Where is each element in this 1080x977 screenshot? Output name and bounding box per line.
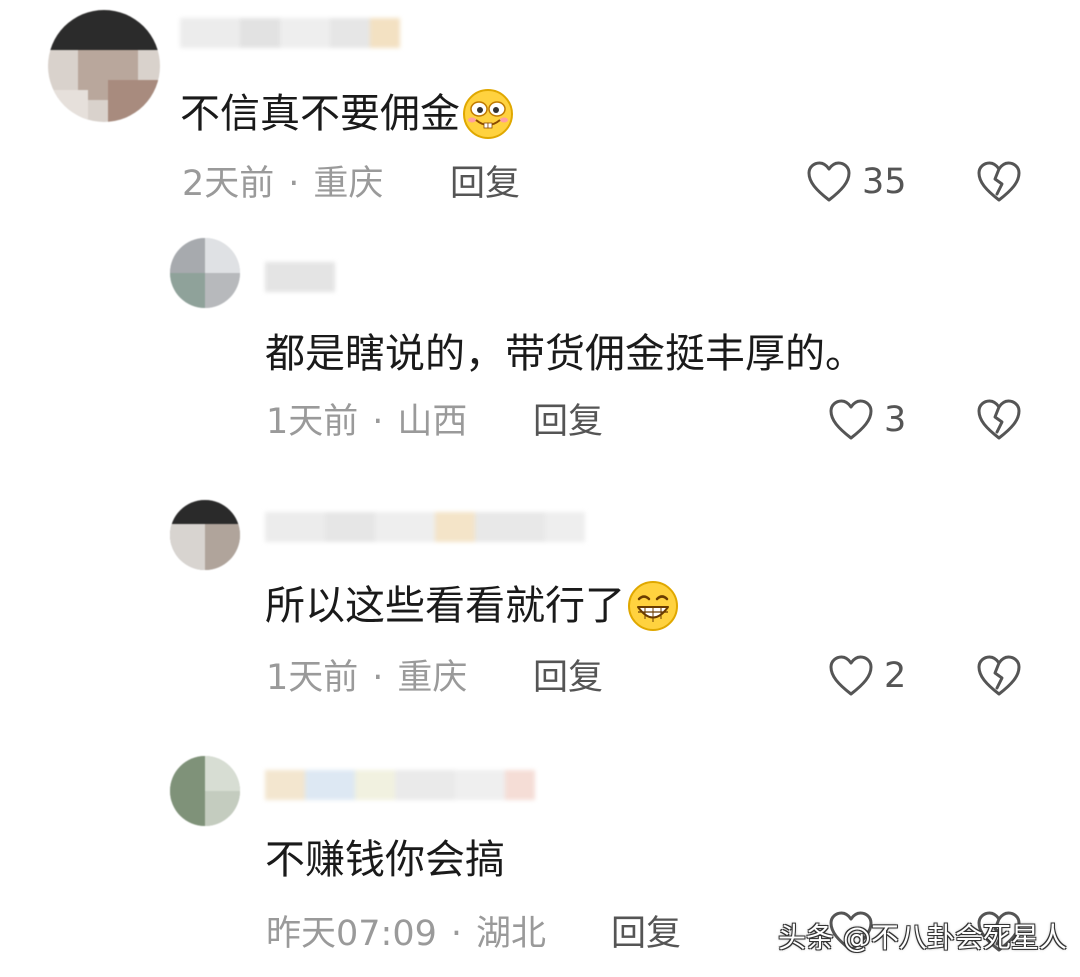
separator: · — [288, 164, 300, 204]
comment-meta: 昨天07:09 · 湖北 — [266, 912, 546, 956]
comment-text: 不赚钱你会搞 — [265, 836, 505, 884]
comment-text-body: 不信真不要佣金 — [180, 91, 460, 137]
timestamp: 1天前 — [266, 402, 359, 442]
heart-outline-icon — [829, 399, 873, 440]
reply-button[interactable]: 回复 — [533, 656, 603, 700]
avatar[interactable] — [170, 500, 240, 570]
username-blurred[interactable] — [180, 18, 400, 48]
dislike-button[interactable] — [976, 160, 1022, 204]
avatar[interactable] — [170, 238, 240, 308]
dislike-button[interactable] — [976, 654, 1022, 698]
location: 重庆 — [313, 164, 384, 204]
watermark: 头条 @不八卦会死星人 — [778, 921, 1067, 954]
reply-button[interactable]: 回复 — [450, 162, 520, 206]
dislike-button[interactable] — [976, 398, 1022, 442]
location: 山西 — [397, 402, 468, 442]
like-button[interactable]: 3 — [828, 398, 906, 442]
broken-heart-icon — [977, 399, 1021, 440]
avatar[interactable] — [170, 756, 240, 826]
grinning-buck-teeth-emoji-icon — [462, 88, 514, 140]
comment-meta: 1天前 · 重庆 — [266, 656, 467, 700]
comment-meta: 2天前 · 重庆 — [182, 162, 383, 206]
like-button[interactable]: 35 — [806, 160, 907, 204]
broken-heart-icon — [977, 655, 1021, 696]
like-count: 2 — [884, 656, 907, 696]
separator: · — [450, 914, 463, 954]
comment-meta: 1天前 · 山西 — [266, 400, 467, 444]
comment-text: 都是瞎说的，带货佣金挺丰厚的。 — [265, 330, 865, 378]
username-blurred[interactable] — [265, 770, 535, 800]
broken-heart-icon — [977, 161, 1021, 202]
comment-text-body: 所以这些看看就行了 — [265, 583, 625, 629]
reply-button[interactable]: 回复 — [611, 912, 681, 956]
location: 重庆 — [397, 658, 468, 698]
timestamp: 1天前 — [266, 658, 359, 698]
heart-outline-icon — [829, 655, 873, 696]
like-button[interactable]: 2 — [828, 654, 906, 698]
comment-text-body: 都是瞎说的，带货佣金挺丰厚的。 — [265, 331, 865, 377]
comment-text-body: 不赚钱你会搞 — [265, 837, 505, 883]
big-grin-emoji-icon — [627, 580, 679, 632]
comment-text: 所以这些看看就行了 — [265, 580, 679, 632]
timestamp: 昨天07:09 — [266, 914, 437, 954]
reply-button[interactable]: 回复 — [533, 400, 603, 444]
like-count: 35 — [862, 162, 907, 202]
heart-outline-icon — [807, 161, 851, 202]
comment-text: 不信真不要佣金 — [180, 88, 514, 140]
location: 湖北 — [476, 914, 547, 954]
timestamp: 2天前 — [182, 164, 275, 204]
username-blurred[interactable] — [265, 512, 585, 542]
avatar[interactable] — [48, 10, 160, 122]
username-blurred[interactable] — [265, 262, 335, 292]
like-count: 3 — [884, 400, 907, 440]
separator: · — [372, 658, 384, 698]
separator: · — [372, 402, 384, 442]
